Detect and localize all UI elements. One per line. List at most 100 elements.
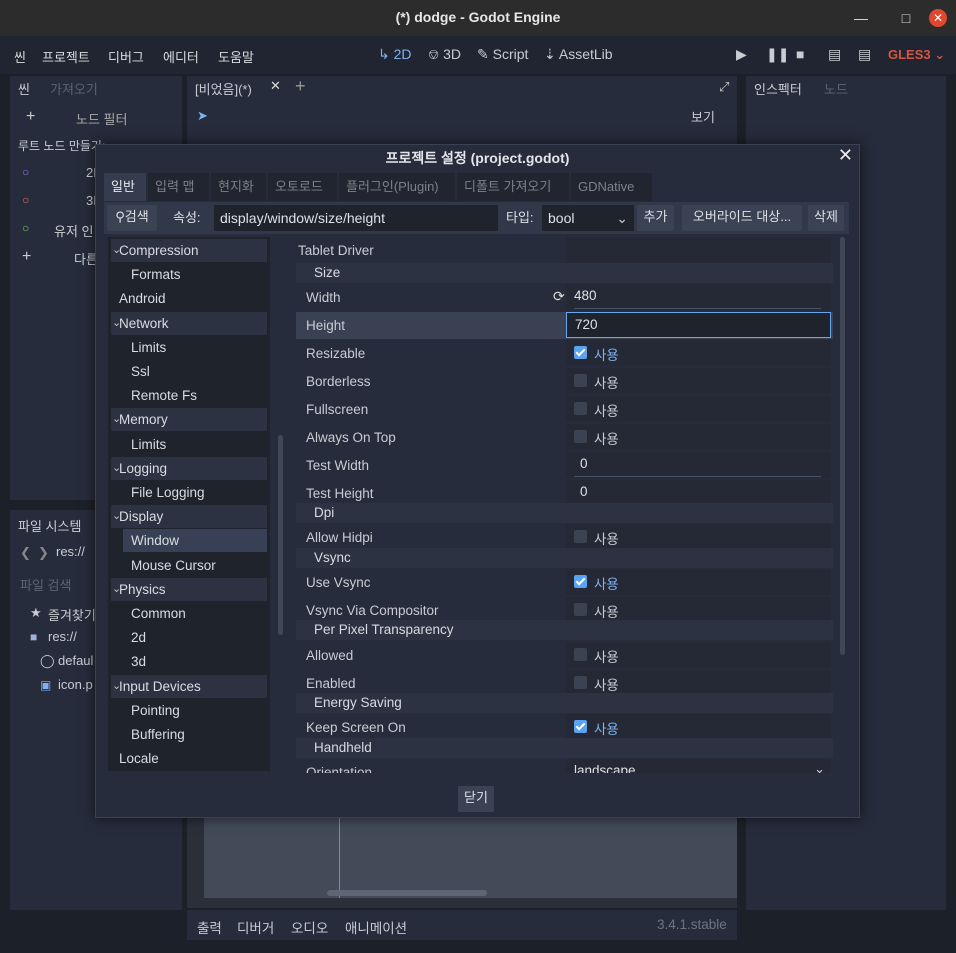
play-scene-icon[interactable]: ▤ <box>828 46 841 63</box>
tree-scrollbar[interactable] <box>278 435 283 635</box>
menu-help[interactable]: 도움말 <box>218 47 254 66</box>
workspace-3d[interactable]: ⎊ 3D <box>428 46 461 63</box>
default-env-item[interactable]: defaul <box>58 653 93 668</box>
tree-item[interactable]: File Logging <box>111 481 267 504</box>
minimize-icon[interactable]: — <box>852 9 870 27</box>
viewport-canvas[interactable] <box>187 818 737 908</box>
stop-icon[interactable]: ■ <box>796 46 804 62</box>
debugger-tab[interactable]: 디버거 <box>237 917 274 937</box>
workspace-2d[interactable]: ↳ 2D <box>378 46 412 63</box>
tree-item[interactable]: Android <box>111 287 267 310</box>
menu-editor[interactable]: 에디터 <box>163 47 199 66</box>
tab-import-defaults[interactable]: 디폴트 가져오기 <box>457 173 570 201</box>
menu-scene[interactable]: 씬 <box>14 47 26 66</box>
tree-item[interactable]: ⌄ Physics <box>111 577 267 601</box>
tree-item[interactable]: Pointing <box>111 699 267 722</box>
tab-general[interactable]: 일반 <box>104 173 147 201</box>
width-field[interactable]: 480 <box>566 284 831 310</box>
allowed-checkbox[interactable]: 사용 <box>566 642 831 668</box>
tree-item[interactable]: ⌄ Compression <box>111 239 267 262</box>
audio-tab[interactable]: 오디오 <box>291 917 328 937</box>
tab-input-map[interactable]: 입력 맵 <box>148 173 210 201</box>
new-tab-icon[interactable]: + <box>295 76 306 97</box>
close-tab-icon[interactable]: ✕ <box>270 78 281 94</box>
tab-scene[interactable]: 씬 <box>18 79 30 98</box>
output-tab[interactable]: 출력 <box>197 917 222 937</box>
tab-plugins[interactable]: 플러그인(Plugin) <box>339 173 456 201</box>
pause-icon[interactable]: ❚❚ <box>766 46 789 63</box>
select-tool-icon[interactable]: ➤ <box>197 108 208 124</box>
icon-png-item[interactable]: icon.p <box>58 677 93 692</box>
tree-item[interactable]: Remote Fs <box>111 384 267 407</box>
menu-project[interactable]: 프로젝트 <box>42 47 90 66</box>
fs-path[interactable]: res:// <box>56 544 85 559</box>
tree-item[interactable]: Formats <box>111 263 267 286</box>
viewport-scrollbar[interactable] <box>327 890 487 896</box>
workspace-script[interactable]: ✎ Script <box>477 46 528 63</box>
tree-item[interactable]: Locale <box>111 747 267 770</box>
orientation-select[interactable]: landscape ⌄ <box>566 759 831 773</box>
maximize-icon[interactable]: □ <box>897 9 915 27</box>
property-input[interactable]: display/window/size/height <box>214 205 498 231</box>
type-select[interactable]: bool ⌄ <box>542 205 634 231</box>
search-button[interactable]: ⚲검색 <box>107 205 157 231</box>
add-node-icon[interactable]: + <box>26 108 35 126</box>
tree-item[interactable]: 3d <box>111 650 267 673</box>
tree-item[interactable]: ⌄ Display <box>111 505 267 529</box>
tab-gdnative[interactable]: GDNative <box>571 173 653 201</box>
back-icon[interactable]: ❮ <box>20 545 31 561</box>
scene-tab[interactable]: [비었음](*) <box>195 79 252 98</box>
allow-hidpi-checkbox[interactable]: 사용 <box>566 524 831 550</box>
revert-icon[interactable]: ⟳ <box>553 288 565 305</box>
dialog-close-icon[interactable]: ✕ <box>838 145 853 166</box>
play-custom-icon[interactable]: ▤ <box>858 46 871 63</box>
tree-item[interactable]: Limits <box>111 433 267 456</box>
tab-localization[interactable]: 현지화 <box>211 173 267 201</box>
prop-label: Tablet Driver <box>298 243 374 258</box>
tree-item[interactable]: Ssl <box>111 360 267 383</box>
inspector-scrollbar[interactable] <box>840 237 845 655</box>
create-ui-button[interactable]: 유저 인 <box>54 221 94 240</box>
fullscreen-icon[interactable]: ⤢ <box>719 79 729 95</box>
animation-tab[interactable]: 애니메이션 <box>345 917 407 937</box>
add-button[interactable]: 추가 <box>637 205 674 231</box>
tree-item[interactable]: Mouse Cursor <box>111 554 267 577</box>
tree-item[interactable]: ⌄ Network <box>111 311 267 335</box>
prop-value[interactable] <box>566 237 831 263</box>
menu-debug[interactable]: 디버그 <box>108 47 144 66</box>
play-icon[interactable]: ▶ <box>736 46 747 63</box>
view-menu[interactable]: 보기 <box>691 107 715 126</box>
height-field[interactable]: 720 <box>566 312 831 338</box>
borderless-checkbox[interactable]: 사용 <box>566 368 831 394</box>
always-on-top-checkbox[interactable]: 사용 <box>566 424 831 450</box>
fs-search[interactable]: 파일 검색 <box>20 575 71 594</box>
keep-screen-on-checkbox[interactable]: 사용 <box>566 714 831 740</box>
favorites-item[interactable]: 즐겨찾기 <box>48 605 96 624</box>
renderer-select[interactable]: GLES3 ⌄ <box>888 47 945 63</box>
tree-item[interactable]: Common <box>111 602 267 625</box>
override-button[interactable]: 오버라이드 대상... <box>682 205 802 231</box>
forward-icon[interactable]: ❯ <box>38 545 49 561</box>
tree-item[interactable]: Window <box>123 529 267 553</box>
tree-item[interactable]: Limits <box>111 336 267 359</box>
resizable-checkbox[interactable]: 사용 <box>566 340 831 366</box>
tree-item[interactable]: ⌄ Logging <box>111 456 267 480</box>
close-window-icon[interactable]: ✕ <box>929 9 947 27</box>
delete-button[interactable]: 삭제 <box>808 205 844 231</box>
tree-item[interactable]: Buffering <box>111 723 267 746</box>
node-filter-input[interactable]: 노드 필터 <box>76 109 127 128</box>
use-vsync-checkbox[interactable]: 사용 <box>566 569 831 595</box>
tab-autoload[interactable]: 오토로드 <box>268 173 338 201</box>
test-width-field[interactable]: 0 <box>566 452 831 478</box>
tab-node[interactable]: 노드 <box>824 79 848 98</box>
tab-inspector[interactable]: 인스펙터 <box>754 79 802 98</box>
tree-item[interactable]: ⌄ Memory <box>111 408 267 432</box>
tree-item[interactable]: 2d <box>111 626 267 649</box>
fullscreen-checkbox[interactable]: 사용 <box>566 396 831 422</box>
tree-item[interactable]: ⌄ Input Devices <box>111 674 267 698</box>
workspace-assetlib[interactable]: ⇣ AssetLib <box>544 46 613 63</box>
res-folder-item[interactable]: res:// <box>48 629 77 644</box>
prop-resizable: Resizable 사용 <box>296 340 833 367</box>
close-button[interactable]: 닫기 <box>458 786 494 812</box>
tab-import[interactable]: 가져오기 <box>50 79 98 98</box>
